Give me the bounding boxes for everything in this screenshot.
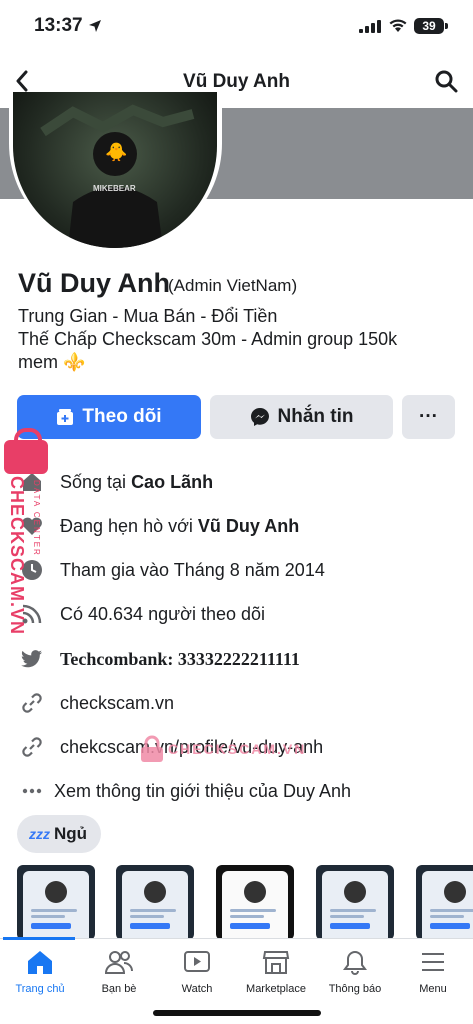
tab-label: Trang chủ <box>15 983 65 995</box>
battery-tip <box>445 23 448 29</box>
cellular-signal-icon <box>359 20 381 33</box>
avatar-emoji: 🐥 <box>105 142 128 162</box>
bell-icon <box>342 947 368 977</box>
status-chip-label: Ngủ <box>54 824 88 843</box>
profile-bio: Trung Gian - Mua Bán - Đổi Tiền Thế Chấp… <box>18 305 458 374</box>
tab-friends[interactable]: Bạn bè <box>79 947 159 995</box>
messenger-icon <box>250 408 269 426</box>
message-label: Nhắn tin <box>277 406 354 427</box>
photo-thumbnail[interactable] <box>416 865 473 940</box>
tab-label: Watch <box>181 983 213 995</box>
tab-label: Marketplace <box>246 983 306 995</box>
info-followers: Có 40.634 người theo dõi <box>18 599 458 629</box>
lives-place-link[interactable]: Cao Lãnh <box>131 472 213 492</box>
watermark-lock-icon <box>141 735 163 762</box>
tab-label: Bạn bè <box>101 983 137 995</box>
watermark-center-text: CHECKSCAM.VN <box>168 741 307 757</box>
avatar-shirt-text: MIKEBEAR <box>93 184 136 193</box>
bio-line: Trung Gian - Mua Bán - Đổi Tiền <box>18 306 278 326</box>
lives-prefix: Sống tại <box>60 471 132 492</box>
watermark-center: CHECKSCAM.VN <box>140 735 306 763</box>
tab-home[interactable]: Trang chủ <box>0 947 80 995</box>
info-link-1[interactable]: checkscam.vn <box>18 688 458 718</box>
menu-icon <box>420 947 446 977</box>
watermark-side: CHECKSCAM.VN DATA CENTER <box>4 428 48 640</box>
search-icon[interactable] <box>434 69 458 93</box>
watermark-side-text: CHECKSCAM.VN <box>7 476 27 636</box>
info-joined: Tham gia vào Tháng 8 năm 2014 <box>18 555 458 585</box>
tab-notifications[interactable]: Thông báo <box>315 947 395 995</box>
followers-text: Có 40.634 người theo dõi <box>60 603 265 624</box>
info-see-about[interactable]: Xem thông tin giới thiệu của Duy Anh <box>18 776 458 806</box>
sleep-icon: zzz <box>29 826 50 842</box>
message-button[interactable]: Nhắn tin <box>210 395 393 439</box>
status-bar: 13:37 39 <box>0 0 473 54</box>
tab-marketplace[interactable]: Marketplace <box>236 947 316 995</box>
tab-label: Menu <box>419 983 447 995</box>
follow-button[interactable]: Theo dõi <box>17 395 201 439</box>
home-icon <box>26 947 54 977</box>
page-title: Vũ Duy Anh <box>183 71 290 92</box>
ellipsis-icon <box>18 777 46 805</box>
follow-label: Theo dõi <box>82 406 162 427</box>
bio-line: mem ⚜️ <box>18 352 86 372</box>
wifi-icon <box>389 19 407 32</box>
watch-icon <box>183 947 211 977</box>
tab-label: Thông báo <box>328 983 382 995</box>
status-time: 13:37 <box>34 15 83 36</box>
link-1-text[interactable]: checkscam.vn <box>60 693 174 714</box>
watermark-lock-icon <box>4 428 48 474</box>
friends-icon <box>105 947 133 977</box>
info-lives-in: Sống tại Cao Lãnh <box>18 467 458 497</box>
profile-avatar[interactable]: 🐥 MIKEBEAR <box>13 92 217 248</box>
link-icon <box>18 689 46 717</box>
relationship-prefix: Đang hẹn hò với <box>60 515 198 536</box>
avatar-person-silhouette <box>40 104 195 248</box>
location-arrow-icon <box>89 20 101 32</box>
link-icon <box>18 733 46 761</box>
tab-menu[interactable]: Menu <box>393 947 473 995</box>
see-about-text[interactable]: Xem thông tin giới thiệu của Duy Anh <box>54 781 351 802</box>
watermark-side-small-text: DATA CENTER <box>32 480 41 557</box>
bio-line: Thế Chấp Checkscam 30m - Admin group 150… <box>18 329 398 349</box>
profile-name: Vũ Duy Anh <box>18 268 170 298</box>
photo-thumbnail[interactable] <box>316 865 394 940</box>
battery-icon: 39 <box>414 18 444 34</box>
photo-thumbnail[interactable] <box>17 865 95 940</box>
photo-strip <box>0 865 473 940</box>
info-relationship: Đang hẹn hò với Vũ Duy Anh <box>18 511 458 541</box>
profile-subtitle: (Admin VietNam) <box>168 276 298 295</box>
status-chip[interactable]: zzz Ngủ <box>17 815 102 853</box>
joined-text: Tham gia vào Tháng 8 năm 2014 <box>60 559 325 580</box>
info-bank: Techcombank: 33332222211111 <box>18 644 458 674</box>
home-indicator <box>153 1010 321 1016</box>
more-icon: ··· <box>419 406 438 427</box>
photo-thumbnail[interactable] <box>216 865 294 940</box>
active-tab-indicator <box>3 937 75 940</box>
relationship-person-link[interactable]: Vũ Duy Anh <box>198 516 299 536</box>
tab-watch[interactable]: Watch <box>157 947 237 995</box>
marketplace-icon <box>262 947 290 977</box>
more-options-button[interactable]: ··· <box>402 395 455 439</box>
photo-thumbnail[interactable] <box>116 865 194 940</box>
follow-icon <box>57 409 74 425</box>
twitter-icon <box>18 645 46 673</box>
bank-text: Techcombank: 33332222211111 <box>60 648 300 669</box>
